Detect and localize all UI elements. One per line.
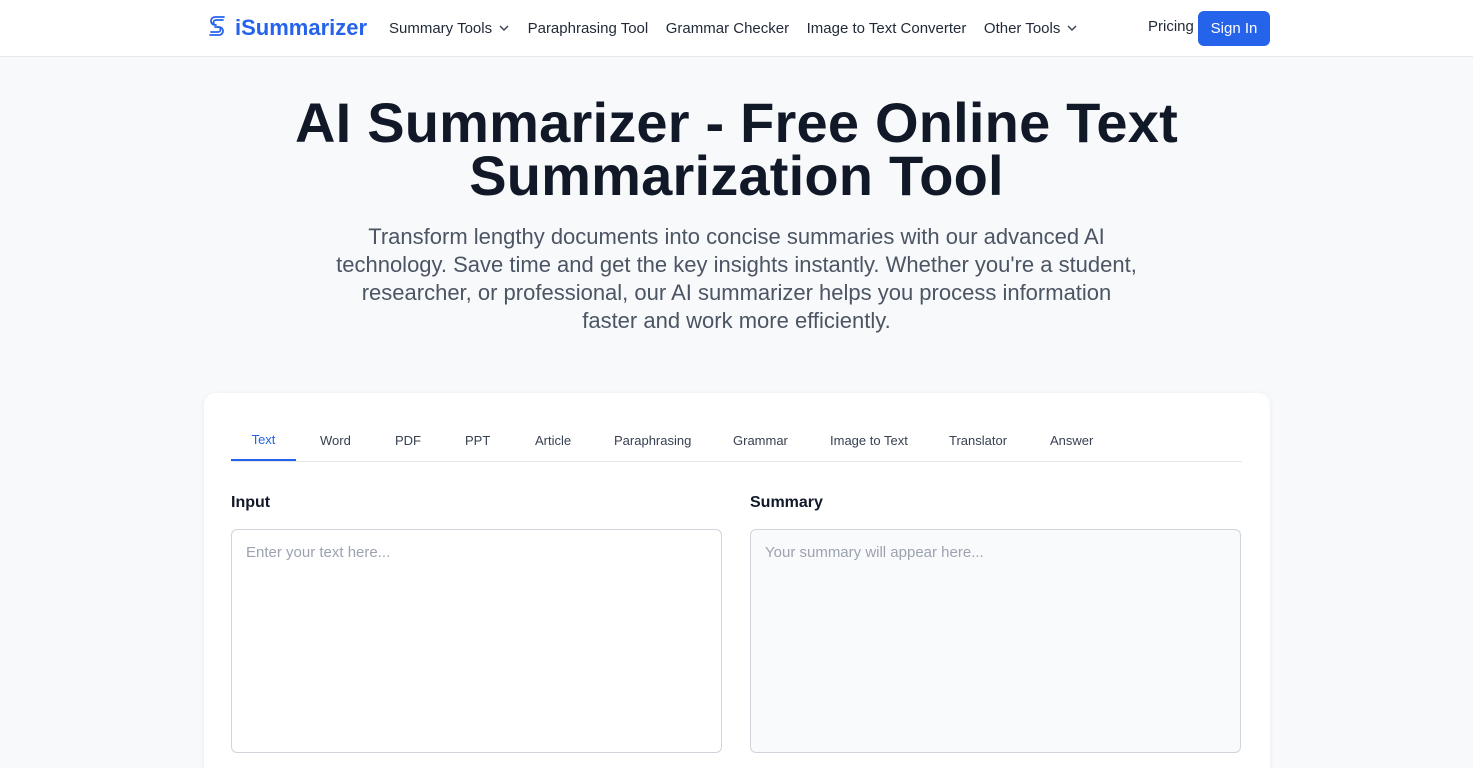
summary-output[interactable]: Your summary will appear here... bbox=[750, 529, 1241, 753]
pricing-link[interactable]: Pricing bbox=[1148, 18, 1194, 35]
tab-translator[interactable]: Translator bbox=[949, 417, 1007, 461]
active-tab-indicator bbox=[231, 459, 296, 461]
tool-tabs: Text Word PDF PPT Article Paraphrasing G… bbox=[231, 417, 1242, 462]
nav-label: Image to Text Converter bbox=[806, 19, 967, 37]
nav-grammar-checker[interactable]: Grammar Checker bbox=[666, 20, 789, 37]
page-title-line-2: Summarization Tool bbox=[469, 144, 1004, 207]
chevron-down-icon bbox=[1067, 25, 1077, 31]
summarizer-card: Text Word PDF PPT Article Paraphrasing G… bbox=[204, 393, 1270, 768]
input-textarea[interactable] bbox=[231, 529, 722, 753]
nav-summary-tools[interactable]: Summary Tools bbox=[389, 20, 510, 37]
tab-answer[interactable]: Answer bbox=[1050, 417, 1093, 461]
page-subtitle: Transform lengthy documents into concise… bbox=[336, 224, 1137, 333]
tab-image-to-text[interactable]: Image to Text bbox=[830, 417, 908, 461]
brand-logo-link[interactable]: iSummarizer bbox=[207, 14, 367, 42]
sign-in-button[interactable]: Sign In bbox=[1198, 11, 1270, 46]
nav-label: Paraphrasing Tool bbox=[527, 19, 649, 37]
tab-text[interactable]: Text bbox=[231, 417, 296, 461]
top-navbar: iSummarizer Summary Tools Paraphrasing T… bbox=[0, 0, 1473, 57]
input-label: Input bbox=[231, 494, 271, 511]
tab-article[interactable]: Article bbox=[535, 417, 571, 461]
nav-label: Summary Tools bbox=[389, 19, 493, 37]
summary-label: Summary bbox=[750, 494, 823, 511]
tab-grammar[interactable]: Grammar bbox=[733, 417, 788, 461]
nav-paraphrasing-tool[interactable]: Paraphrasing Tool bbox=[528, 20, 649, 37]
tab-ppt[interactable]: PPT bbox=[465, 417, 490, 461]
chevron-down-icon bbox=[499, 25, 509, 31]
brand-name: iSummarizer bbox=[235, 15, 368, 40]
nav-label: Grammar Checker bbox=[665, 19, 790, 37]
summary-placeholder: Your summary will appear here... bbox=[765, 544, 984, 561]
tab-pdf[interactable]: PDF bbox=[395, 417, 421, 461]
tab-paraphrasing[interactable]: Paraphrasing bbox=[614, 417, 691, 461]
main-nav: Summary Tools Paraphrasing Tool Grammar … bbox=[389, 0, 1096, 56]
nav-other-tools[interactable]: Other Tools bbox=[984, 20, 1078, 37]
stacked-s-logo-icon bbox=[207, 14, 227, 43]
tab-word[interactable]: Word bbox=[320, 417, 351, 461]
nav-image-to-text-converter[interactable]: Image to Text Converter bbox=[807, 20, 967, 37]
page-title: AI Summarizer - Free Online Text Summari… bbox=[260, 95, 1213, 204]
nav-label: Other Tools bbox=[983, 19, 1061, 37]
